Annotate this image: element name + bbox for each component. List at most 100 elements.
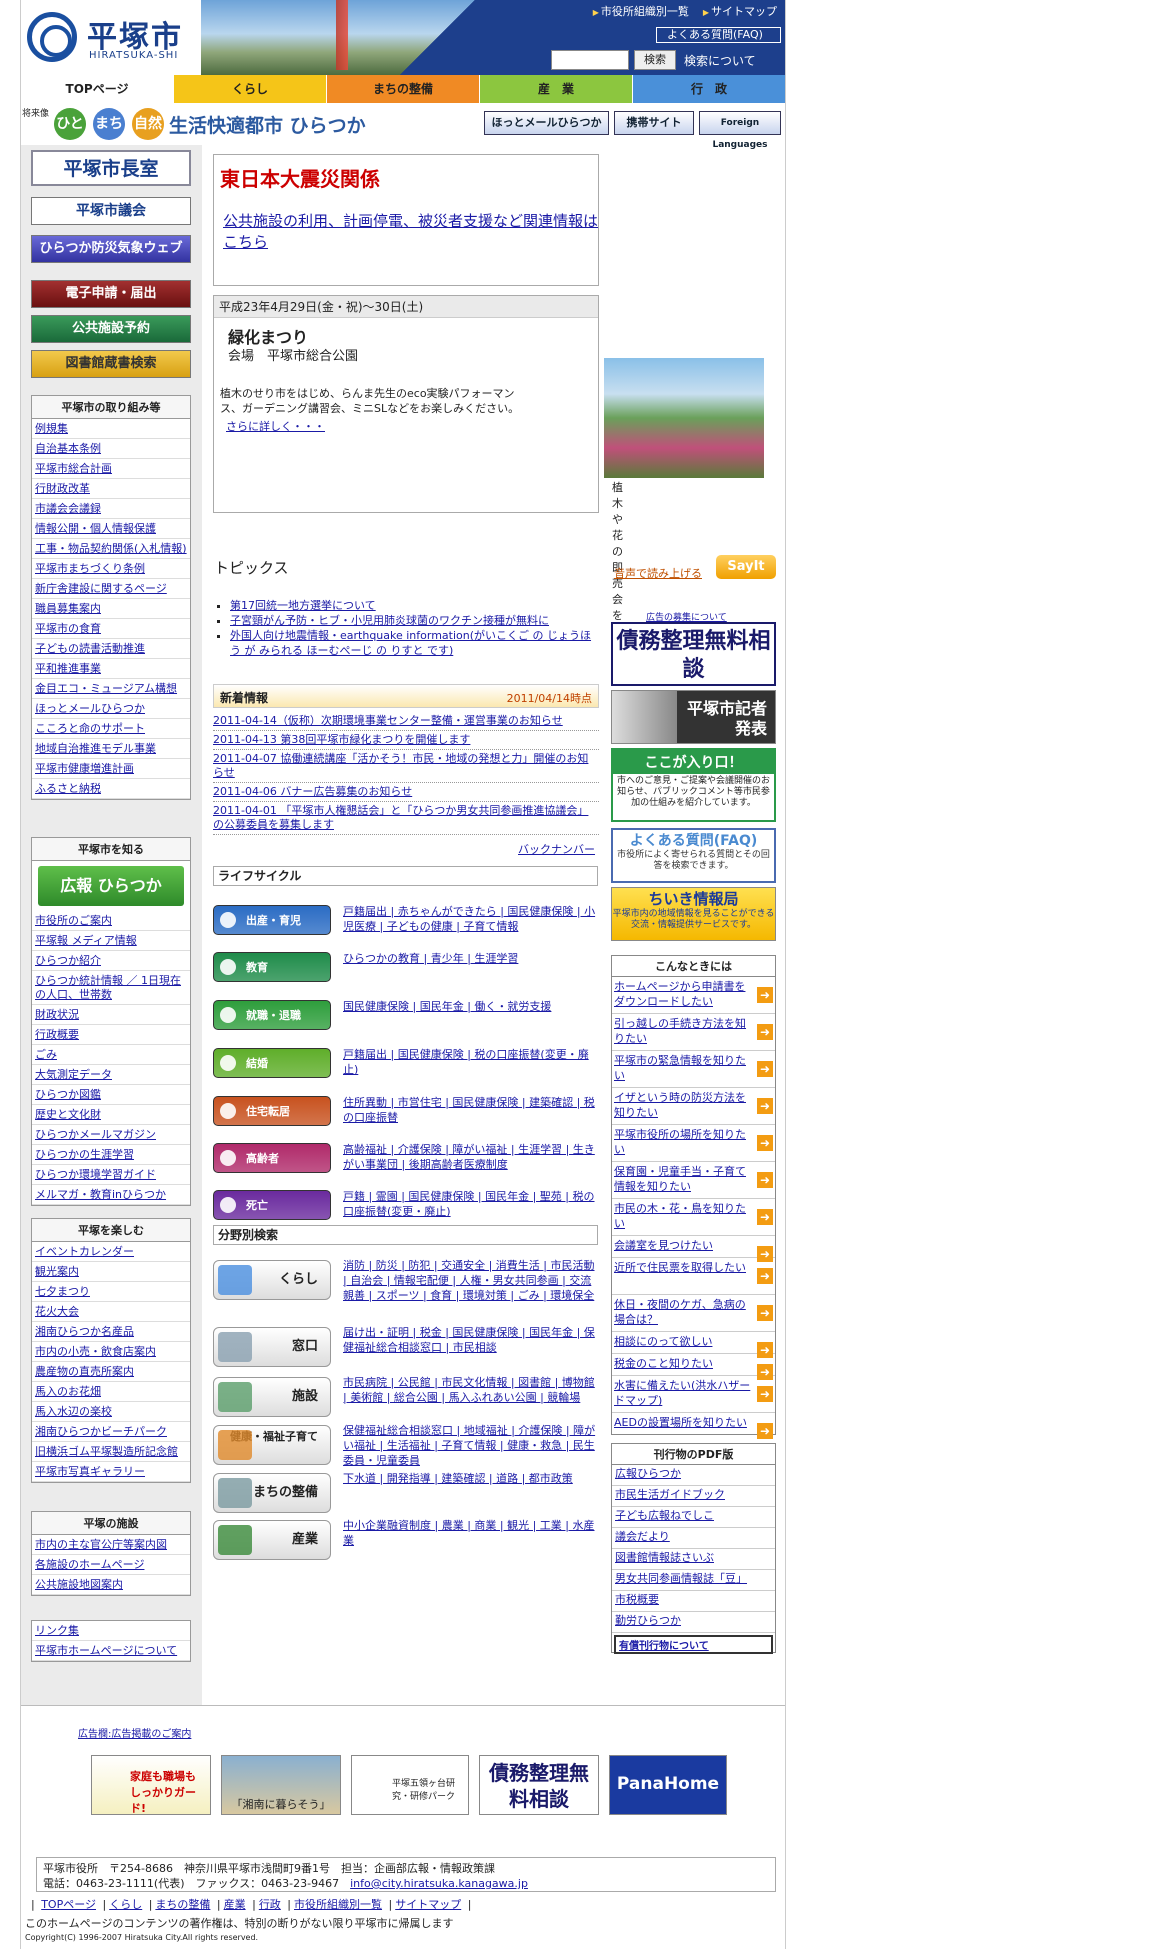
footer-nav-link[interactable]: 市役所組織別一覧 [294, 1898, 382, 1911]
link[interactable]: メルマガ・教育inひらつか [35, 1188, 166, 1201]
read-aloud-link[interactable]: 音声で読み上げる [614, 565, 702, 581]
link[interactable]: ひらつか紹介 [35, 954, 101, 967]
konna-item[interactable]: 相談にのって欲しい ➜ [612, 1332, 775, 1358]
lifecycle-links[interactable]: 戸籍届出 | 国民健康保険 | 税の口座振替(変更・廃止) [343, 1047, 598, 1077]
link[interactable]: 平塚市健康増進計画 [35, 762, 134, 775]
faq-banner[interactable]: よくある質問(FAQ) 市役所によく寄せられる質問とその回答を検索できます。 [611, 828, 776, 883]
link[interactable]: 職員募集案内 [35, 602, 101, 615]
press-release-banner[interactable]: 平塚市記者発表 [611, 690, 776, 744]
link[interactable]: 旧横浜ゴム平塚製造所記念館 [35, 1445, 178, 1458]
ad-debt-banner[interactable]: 債務整理無料相談 [611, 622, 776, 686]
konna-link[interactable]: ホームページから申請書をダウンロードしたい [614, 980, 745, 1008]
ad-banner-4[interactable]: 債務整理無料相談 [479, 1755, 599, 1815]
gnav-0[interactable]: TOPページ [21, 75, 173, 103]
news-link[interactable]: 2011-04-06 バナー広告募集のお知らせ [213, 785, 412, 798]
konna-item[interactable]: 休日・夜間のケガ、急病の場合は？ ➜ [612, 1295, 775, 1332]
link[interactable]: ひらつか環境学習ガイド [35, 1168, 156, 1181]
link[interactable]: 財政状況 [35, 1008, 79, 1021]
link[interactable]: 平和推進事業 [35, 662, 101, 675]
backnumber-link[interactable]: バックナンバー [518, 841, 595, 857]
link[interactable]: 七夕まつり [35, 1285, 90, 1298]
link[interactable]: 市議会会議録 [35, 502, 101, 515]
link[interactable]: 平塚報 メディア情報 [35, 934, 137, 947]
konna-link[interactable]: 平塚市の緊急情報を知りたい [614, 1054, 746, 1082]
konna-link[interactable]: 平塚市役所の場所を知りたい [614, 1128, 746, 1156]
link[interactable]: 湘南ひらつかビーチパーク [35, 1425, 167, 1438]
search-input[interactable] [551, 50, 629, 70]
gnav-1[interactable]: くらし [173, 75, 326, 103]
konna-item[interactable]: 保育園・児童手当・子育て情報を知りたい ➜ [612, 1162, 775, 1199]
footer-nav-link[interactable]: 産業 [224, 1898, 246, 1911]
konna-item[interactable]: イザという時の防災方法を知りたい ➜ [612, 1088, 775, 1125]
footer-mail-link[interactable]: info@city.hiratsuka.kanagawa.jp [350, 1877, 528, 1890]
news-link[interactable]: 2011-04-07 協働連続講座「活かそう！市民・地域の発想と力」開催のお知ら… [213, 752, 588, 779]
news-link[interactable]: 2011-04-01 「平塚市人権懇話会」と「ひらつか男女共同参画推進協議会」の… [213, 804, 588, 831]
link[interactable]: イベントカレンダー [35, 1245, 134, 1258]
ad-info-link[interactable]: 広告欄:広告掲載のご案内 [78, 1725, 191, 1740]
lifecycle-button[interactable]: 教育 [213, 952, 331, 982]
link[interactable]: こころと命のサポート [35, 722, 145, 735]
konna-link[interactable]: AEDの設置場所を知りたい [614, 1416, 747, 1429]
konna-link[interactable]: 保育園・児童手当・子育て情報を知りたい [614, 1165, 746, 1193]
field-button[interactable]: 健康・福祉子育て [213, 1425, 331, 1465]
link[interactable]: 子どもの読書活動推進 [35, 642, 145, 655]
link[interactable]: 花火大会 [35, 1305, 79, 1318]
lifecycle-button[interactable]: 結婚 [213, 1048, 331, 1078]
ad-banner-3[interactable]: 平塚五領ヶ台研究・研修パーク [351, 1755, 469, 1815]
link[interactable]: 工事・物品契約関係(入札情報) [35, 542, 187, 555]
mayor-office-button[interactable]: 平塚市長室 [31, 150, 191, 186]
link[interactable]: 市役所のご案内 [35, 914, 112, 927]
field-links[interactable]: 届け出・証明 | 税金 | 国民健康保険 | 国民年金 | 保健福祉総合相談窓口… [343, 1325, 598, 1355]
lifecycle-links[interactable]: 戸籍 | 霊園 | 国民健康保険 | 国民年金 | 聖苑 | 税の口座振替(変更… [343, 1189, 598, 1219]
link[interactable]: 例規集 [35, 422, 68, 435]
event-more-link[interactable]: さらに詳しく・・・ [226, 418, 325, 434]
local-info-banner[interactable]: ちいき情報局 平塚市内の地域情報を見ることができる交流・情報提供サービスです。 [611, 887, 776, 941]
link[interactable]: ひらつか図鑑 [35, 1088, 101, 1101]
search-about-link[interactable]: 検索について [684, 52, 756, 69]
link[interactable]: ひらつかメールマガジン [35, 1128, 156, 1141]
gnav-4[interactable]: 行 政 [632, 75, 785, 103]
disaster-weather-button[interactable]: ひらつか防災気象ウェブ [31, 235, 191, 263]
topic-link[interactable]: 外国人向け地震情報・earthquake information(がいこくご の… [230, 629, 591, 657]
link[interactable]: ごみ [35, 1048, 57, 1061]
link[interactable]: 馬入水辺の楽校 [35, 1405, 112, 1418]
pdf-link[interactable]: 子ども広報ねでしこ [615, 1509, 714, 1522]
link[interactable]: 行政概要 [35, 1028, 79, 1041]
field-links[interactable]: 消防 | 防災 | 防犯 | 交通安全 | 消費生活 | 市民活動 | 自治会 … [343, 1258, 598, 1303]
library-search-button[interactable]: 図書館蔵書検索 [31, 350, 191, 378]
link[interactable]: 地域自治推進モデル事業 [35, 742, 156, 755]
link[interactable]: 平塚市写真ギャラリー [35, 1465, 145, 1478]
footer-nav-link[interactable]: サイトマップ [395, 1898, 461, 1911]
link[interactable]: 各施設のホームページ [35, 1558, 144, 1571]
foreign-languages-button[interactable]: Foreign Languages [699, 111, 781, 150]
news-link[interactable]: 2011-04-13 第38回平塚市緑化まつりを開催します [213, 733, 470, 746]
paid-publications-link[interactable]: 有償刊行物について [614, 1635, 773, 1654]
gnav-2[interactable]: まちの整備 [326, 75, 479, 103]
konna-item[interactable]: 税金のこと知りたい ➜ [612, 1354, 775, 1380]
konna-item[interactable]: 近所で住民票を取得したい ➜ [612, 1258, 775, 1295]
konna-link[interactable]: イザという時の防災方法を知りたい [614, 1091, 746, 1119]
faq-link[interactable]: よくある質問(FAQ) [656, 27, 781, 43]
konna-item[interactable]: 引っ越しの手続き方法を知りたい ➜ [612, 1014, 775, 1051]
field-links[interactable]: 市民病院 | 公民館 | 市民文化情報 | 図書館 | 博物館 | 美術館 | … [343, 1375, 598, 1405]
link[interactable]: 湘南ひらつか名産品 [35, 1325, 134, 1338]
sayit-button[interactable]: SayIt [716, 555, 776, 579]
link[interactable]: 金目エコ・ミュージアム構想 [35, 682, 177, 695]
link[interactable]: 平塚市ホームページについて [35, 1644, 177, 1657]
sitemap-link[interactable]: サイトマップ [703, 5, 777, 18]
news-link[interactable]: 2011-04-14（仮称）次期環境事業センター整備・運営事業のお知らせ [213, 714, 563, 727]
field-button[interactable]: 産業 [213, 1520, 331, 1560]
footer-nav-link[interactable]: くらし [109, 1898, 142, 1911]
lifecycle-button[interactable]: 死亡 [213, 1190, 331, 1220]
pdf-link[interactable]: 市税概要 [615, 1593, 659, 1606]
link[interactable]: 情報公開・個人情報保護 [35, 522, 156, 535]
field-links[interactable]: 下水道 | 開発指導 | 建築確認 | 道路 | 都市政策 [343, 1471, 598, 1486]
konna-link[interactable]: 税金のこと知りたい [614, 1357, 713, 1370]
link[interactable]: 行財政改革 [35, 482, 90, 495]
gnav-3[interactable]: 産 業 [479, 75, 632, 103]
konna-link[interactable]: 相談にのって欲しい [614, 1335, 712, 1348]
e-application-button[interactable]: 電子申請・届出 [31, 280, 191, 308]
footer-nav-link[interactable]: 行政 [259, 1898, 281, 1911]
pdf-link[interactable]: 勤労ひらつか [615, 1614, 681, 1627]
link[interactable]: 大気測定データ [35, 1068, 112, 1081]
